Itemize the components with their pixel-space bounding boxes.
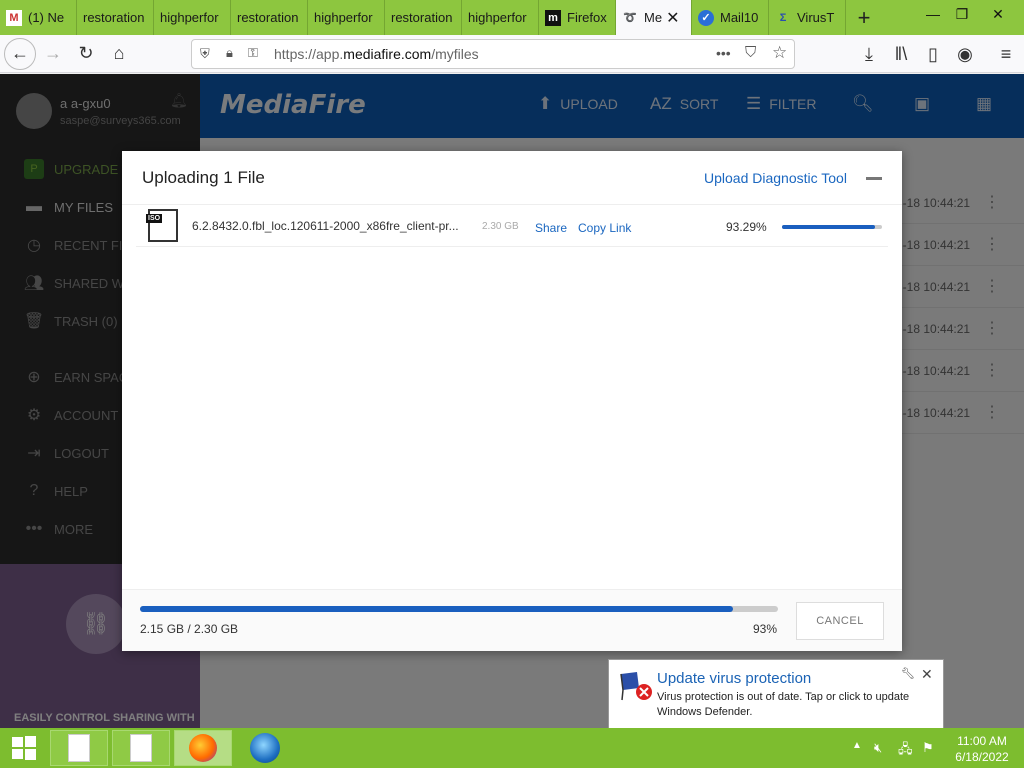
- shield-icon[interactable]: ⛨: [200, 46, 210, 62]
- restore-window-icon[interactable]: ❐: [946, 0, 978, 28]
- taskbar-download-manager[interactable]: [236, 730, 294, 766]
- home-button[interactable]: ⌂: [103, 38, 135, 70]
- key-icon[interactable]: ⚿: [248, 45, 258, 61]
- forward-button[interactable]: →: [37, 38, 69, 70]
- virustotal-icon: Σ: [779, 11, 787, 24]
- menu-icon[interactable]: ≡: [990, 38, 1022, 70]
- taskbar-clock[interactable]: 11:00 AM 6/18/2022: [946, 733, 1018, 765]
- tab-mail10[interactable]: ✓ Mail10: [692, 0, 769, 35]
- pocket-icon[interactable]: ⛉: [745, 44, 756, 61]
- tab-highperfor-3[interactable]: highperfor: [462, 0, 539, 35]
- taskbar: ▲ 🔇︎ 🖧︎ ⚑ 11:00 AM 6/18/2022: [0, 728, 1024, 768]
- taskbar-file-1[interactable]: [50, 730, 108, 766]
- url-text: https://app.mediafire.com/myfiles: [274, 46, 479, 62]
- close-tab-icon[interactable]: ✕: [666, 8, 679, 28]
- file-progress-bar: [782, 225, 882, 229]
- mail-icon: ✓: [698, 9, 714, 26]
- tab-restoration-3[interactable]: restoration: [385, 0, 462, 35]
- notification-body: Virus protection is out of date. Tap or …: [657, 691, 910, 718]
- cancel-button[interactable]: CANCEL: [796, 602, 884, 640]
- upload-diagnostic-link[interactable]: Upload Diagnostic Tool: [704, 170, 847, 186]
- notification-title: Update virus protection: [657, 670, 812, 687]
- total-progress-fill: [140, 606, 734, 612]
- downloads-icon[interactable]: ⤓: [853, 38, 885, 70]
- firefox-icon: [189, 734, 217, 762]
- upload-file-percent: 93.29%: [726, 220, 767, 234]
- url-bar[interactable]: ⛨ 🔒︎ ⚿ https://app.mediafire.com/myfiles…: [191, 39, 795, 69]
- tab-highperfor-1[interactable]: highperfor: [154, 0, 231, 35]
- reload-button[interactable]: ↻: [70, 38, 102, 70]
- taskbar-file-2[interactable]: [112, 730, 170, 766]
- dialog-title: Uploading 1 File: [142, 168, 265, 187]
- network-icon[interactable]: 🖧︎: [898, 740, 913, 762]
- back-button[interactable]: ←: [4, 37, 36, 70]
- tab-virustotal[interactable]: Σ VirusT: [769, 0, 846, 35]
- volume-muted-icon[interactable]: 🔇︎: [874, 740, 882, 756]
- sidebar-icon[interactable]: ▯: [917, 38, 949, 70]
- start-button[interactable]: [0, 730, 48, 766]
- library-icon[interactable]: ‖\: [885, 38, 917, 70]
- upload-item: ISO 6.2.8432.0.fbl_loc.120611-2000_x86fr…: [136, 205, 888, 247]
- clock-date: 6/18/2022: [955, 750, 1009, 764]
- virus-protection-notification[interactable]: Update virus protection Virus protection…: [608, 659, 944, 729]
- globe-download-icon: [250, 733, 280, 763]
- iso-file-icon: ISO: [146, 209, 178, 242]
- total-progress-bar: [140, 606, 778, 612]
- show-hidden-icons[interactable]: ▲: [852, 740, 862, 751]
- copy-link[interactable]: Copy Link: [578, 221, 631, 235]
- tab-mediafire[interactable]: ➰ Me ✕: [616, 0, 692, 35]
- document-icon: [130, 734, 152, 762]
- dialog-footer: 2.15 GB / 2.30 GB 93% CANCEL: [122, 589, 902, 651]
- browser-tab-bar: M (1) Ne restoration highperfor restorati…: [0, 0, 1024, 35]
- account-icon[interactable]: ◉: [949, 38, 981, 70]
- close-notification-icon[interactable]: ✕: [921, 666, 933, 683]
- total-transferred: 2.15 GB / 2.30 GB: [140, 622, 239, 636]
- tab-restoration-1[interactable]: restoration: [77, 0, 154, 35]
- mediafire-icon: ➰: [623, 12, 637, 24]
- close-window-icon[interactable]: ✕: [982, 0, 1014, 28]
- navigation-bar: ← → ↻ ⌂ ⛨ 🔒︎ ⚿ https://app.mediafire.com…: [0, 35, 1024, 73]
- tab-gmail[interactable]: M (1) Ne: [0, 0, 77, 35]
- mail-icon: M: [6, 9, 22, 26]
- tab-highperfor-2[interactable]: highperfor: [308, 0, 385, 35]
- document-icon: [68, 734, 90, 762]
- pin-icon[interactable]: 🔧︎: [901, 667, 915, 680]
- taskbar-firefox[interactable]: [174, 730, 232, 766]
- upload-dialog: Uploading 1 File Upload Diagnostic Tool …: [122, 151, 902, 651]
- defender-flag-icon: [620, 672, 652, 701]
- tab-restoration-2[interactable]: restoration: [231, 0, 308, 35]
- share-link[interactable]: Share: [535, 221, 567, 235]
- windows-logo-icon: [12, 736, 36, 760]
- tab-firefox[interactable]: m Firefox: [539, 0, 616, 35]
- upload-file-name: 6.2.8432.0.fbl_loc.120611-2000_x86fre_cl…: [192, 219, 459, 233]
- new-tab-button[interactable]: +: [846, 0, 882, 35]
- minimize-window-icon[interactable]: —: [917, 0, 949, 28]
- bookmark-star-icon[interactable]: ☆: [772, 43, 787, 63]
- action-center-flag-icon[interactable]: ⚑: [922, 740, 934, 756]
- minimize-dialog-icon[interactable]: [866, 177, 882, 180]
- upload-file-size: 2.30 GB: [482, 221, 519, 232]
- file-progress-fill: [782, 225, 876, 229]
- m-logo-icon: m: [545, 9, 561, 26]
- more-dots-icon[interactable]: •••: [716, 45, 731, 61]
- lock-icon[interactable]: 🔒︎: [226, 45, 233, 61]
- total-percent: 93%: [753, 622, 778, 636]
- dialog-header: Uploading 1 File Upload Diagnostic Tool: [122, 151, 902, 205]
- clock-time: 11:00 AM: [957, 734, 1007, 748]
